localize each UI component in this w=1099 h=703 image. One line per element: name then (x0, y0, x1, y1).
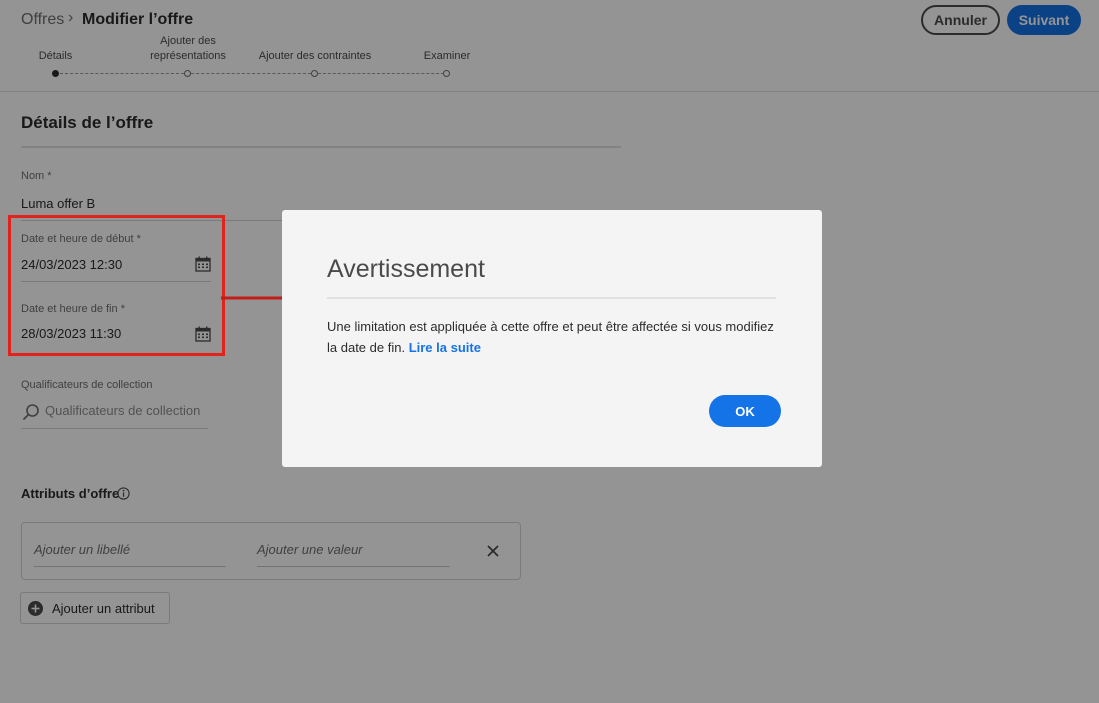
ok-button[interactable]: OK (709, 395, 781, 427)
read-more-link[interactable]: Lire la suite (409, 340, 481, 355)
dialog-title: Avertissement (327, 255, 485, 283)
annotation-highlight (8, 215, 225, 356)
dialog-message-text: Une limitation est appliquée à cette off… (327, 319, 774, 355)
dialog-divider (327, 297, 776, 299)
warning-dialog: Avertissement Une limitation est appliqu… (282, 210, 822, 467)
dialog-message: Une limitation est appliquée à cette off… (327, 316, 787, 358)
